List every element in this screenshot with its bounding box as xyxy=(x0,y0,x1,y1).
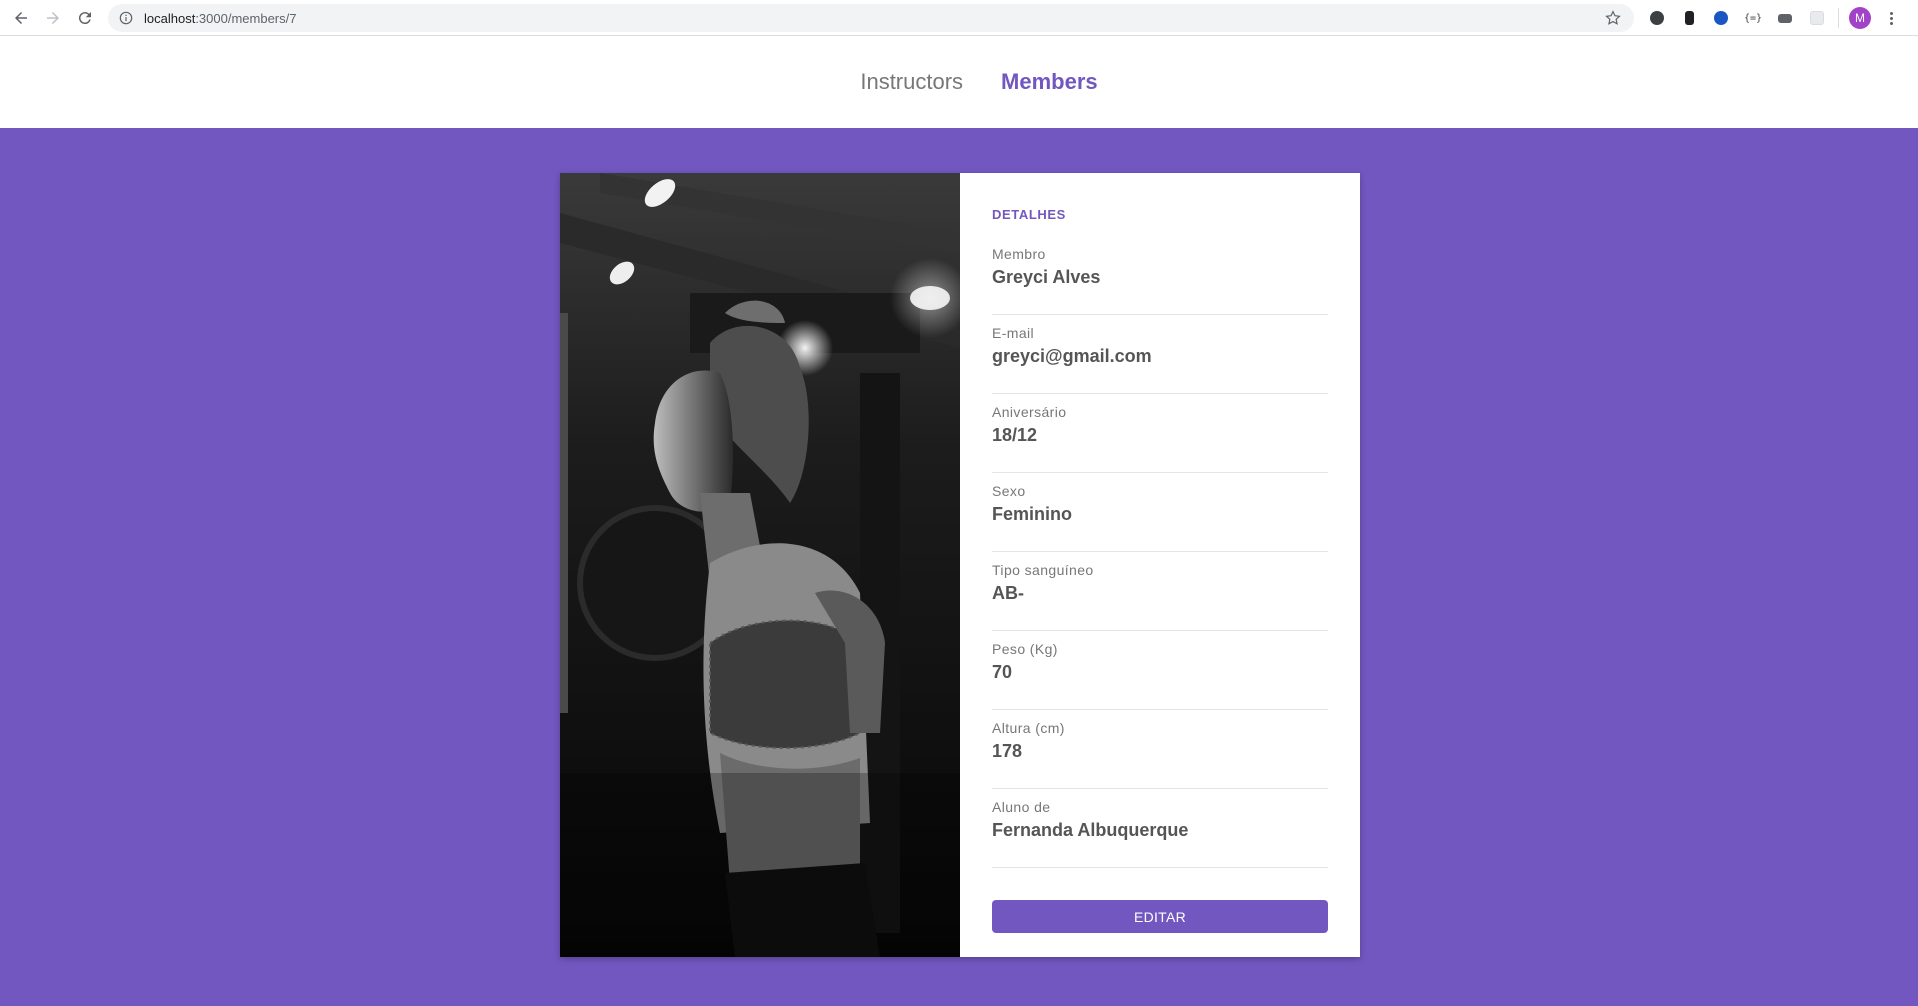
detail-label: Sexo xyxy=(992,483,1026,499)
extension-icon-1[interactable] xyxy=(1646,7,1668,29)
reload-icon xyxy=(78,12,91,25)
profile-avatar[interactable]: M xyxy=(1849,7,1871,29)
detail-item-peso: Peso (Kg) 70 xyxy=(992,631,1328,710)
url-path: :3000/members/7 xyxy=(195,10,297,26)
member-details: DETALHES Membro Greyci Alves E-mail grey… xyxy=(960,173,1360,957)
detail-item-email: E-mail greyci@gmail.com xyxy=(992,315,1328,394)
forward-button[interactable] xyxy=(38,3,68,33)
info-icon[interactable] xyxy=(118,10,134,26)
url-text: localhost:3000/members/7 xyxy=(144,11,296,26)
edit-button[interactable]: EDITAR xyxy=(992,900,1328,933)
member-card: DETALHES Membro Greyci Alves E-mail grey… xyxy=(560,173,1360,957)
extensions-area: {=} M xyxy=(1646,0,1901,36)
detail-value: 18/12 xyxy=(992,425,1038,445)
athlete-photo-illustration xyxy=(560,173,960,957)
detail-label: Peso (Kg) xyxy=(992,641,1058,657)
detail-label: Aluno de xyxy=(992,799,1051,815)
member-photo xyxy=(560,173,960,957)
detail-item-aluno-de: Aluno de Fernanda Albuquerque xyxy=(992,789,1328,868)
nav-link-members[interactable]: Members xyxy=(1001,69,1098,95)
detail-value: AB- xyxy=(992,583,1024,603)
detail-item-tipo-sanguineo: Tipo sanguíneo AB- xyxy=(992,552,1328,631)
extension-icon-6[interactable] xyxy=(1806,7,1828,29)
detail-label: Membro xyxy=(992,246,1046,262)
back-button[interactable] xyxy=(6,3,36,33)
detail-value: 178 xyxy=(992,741,1023,761)
detail-label: E-mail xyxy=(992,325,1035,341)
detail-item-aniversario: Aniversário 18/12 xyxy=(992,394,1328,473)
arrow-right-icon xyxy=(47,12,59,24)
extension-icon-5[interactable] xyxy=(1774,7,1796,29)
toolbar-divider xyxy=(1838,8,1839,28)
detail-value: Fernanda Albuquerque xyxy=(992,820,1189,840)
detail-value: greyci@gmail.com xyxy=(992,346,1152,366)
site-header: Instructors Members xyxy=(0,36,1918,128)
browser-menu-icon[interactable] xyxy=(1881,11,1901,25)
detail-item-sexo: Sexo Feminino xyxy=(992,473,1328,552)
nav-link-instructors[interactable]: Instructors xyxy=(860,69,963,95)
detail-value: Feminino xyxy=(992,504,1072,524)
detail-item-altura: Altura (cm) 178 xyxy=(992,710,1328,789)
bookmark-star-icon[interactable] xyxy=(1604,9,1622,32)
url-host: localhost xyxy=(144,10,196,26)
detail-value: 70 xyxy=(992,662,1013,682)
extension-icon-4[interactable]: {=} xyxy=(1742,7,1764,29)
detail-item-membro: Membro Greyci Alves xyxy=(992,236,1328,315)
detail-label: Tipo sanguíneo xyxy=(992,562,1094,578)
detail-value: Greyci Alves xyxy=(992,267,1101,287)
browser-toolbar: localhost:3000/members/7 {=} M xyxy=(0,0,1918,36)
details-title: DETALHES xyxy=(992,207,1066,222)
detail-label: Aniversário xyxy=(992,404,1067,420)
extension-icon-3[interactable] xyxy=(1710,7,1732,29)
detail-label: Altura (cm) xyxy=(992,720,1065,736)
address-bar[interactable]: localhost:3000/members/7 xyxy=(108,4,1634,32)
arrow-left-icon xyxy=(15,12,27,24)
reload-button[interactable] xyxy=(70,3,100,33)
extension-icon-2[interactable] xyxy=(1678,7,1700,29)
